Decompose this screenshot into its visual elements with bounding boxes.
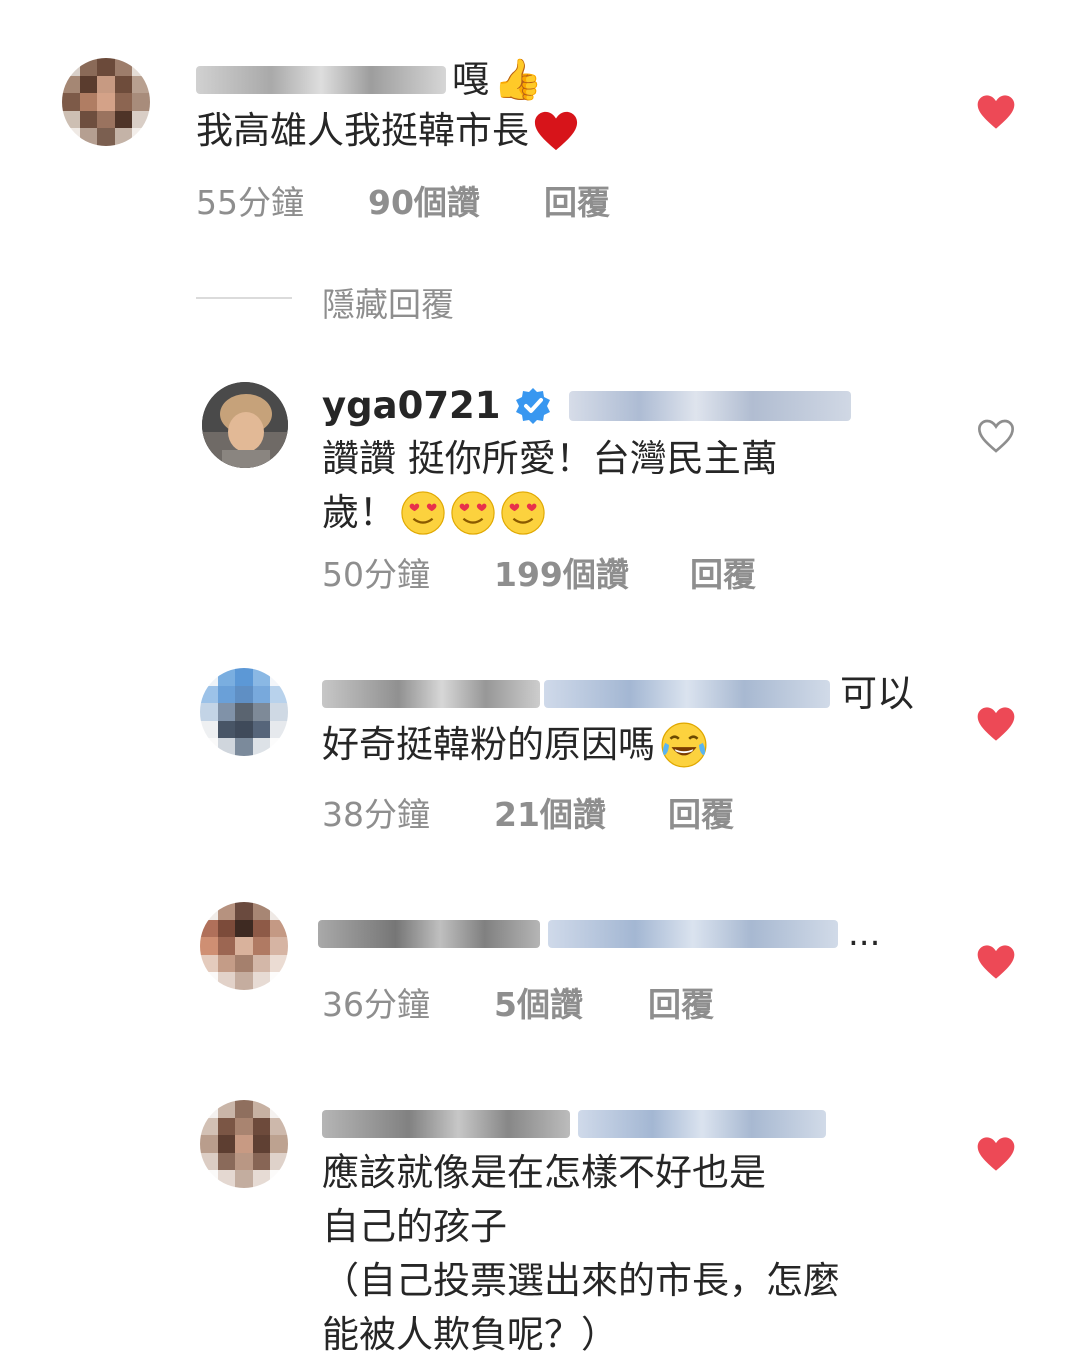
comment-time: 38分鐘 bbox=[322, 795, 430, 834]
truncated-ellipsis[interactable]: ... bbox=[848, 910, 880, 958]
likes-count[interactable]: 5個讚 bbox=[494, 978, 648, 1026]
comment-text: 我高雄人我挺韓市長 bbox=[196, 104, 579, 158]
reply-button[interactable]: 回覆 bbox=[690, 548, 756, 596]
blurred-avatar-image bbox=[62, 58, 150, 146]
likes-count[interactable]: 21個讚 bbox=[494, 788, 668, 836]
blurred-mention[interactable] bbox=[544, 680, 830, 708]
heart-eyes-emoji-icon bbox=[401, 491, 445, 535]
thumbs-up-icon: 👍 bbox=[493, 57, 543, 103]
username[interactable]: yga0721 bbox=[322, 382, 501, 430]
blurred-avatar-image bbox=[200, 902, 288, 990]
avatar[interactable] bbox=[200, 902, 288, 990]
avatar[interactable] bbox=[200, 1100, 288, 1188]
heart-eyes-emoji-icon bbox=[501, 491, 545, 535]
tears-of-joy-emoji-icon bbox=[661, 722, 707, 768]
comment-text: 好奇挺韓粉的原因嗎 bbox=[322, 718, 914, 772]
reply-button[interactable]: 回覆 bbox=[668, 788, 734, 836]
blurred-avatar-image bbox=[200, 668, 288, 756]
avatar[interactable] bbox=[202, 382, 288, 468]
like-heart-icon[interactable] bbox=[976, 92, 1016, 132]
comment-time: 55分鐘 bbox=[196, 183, 304, 222]
like-heart-icon[interactable] bbox=[976, 1134, 1016, 1174]
like-heart-icon[interactable] bbox=[976, 704, 1016, 744]
comment-text-prefix: 嘎 bbox=[452, 58, 489, 101]
blurred-username[interactable] bbox=[196, 66, 446, 94]
blurred-mention[interactable] bbox=[568, 391, 851, 421]
likes-count[interactable]: 90個讚 bbox=[368, 176, 544, 224]
reply-button[interactable]: 回覆 bbox=[648, 978, 714, 1026]
reply-button[interactable]: 回覆 bbox=[544, 176, 610, 224]
comment-text-line-2: 自己的孩子 bbox=[322, 1205, 507, 1248]
comment-text-line-1: 讚讚 挺你所愛！台灣民主萬 bbox=[322, 437, 778, 480]
heart-eyes-emoji-icon bbox=[451, 491, 495, 535]
comment-text-line-1: 應該就像是在怎樣不好也是 bbox=[322, 1151, 766, 1194]
likes-count[interactable]: 199個讚 bbox=[494, 548, 690, 596]
hide-replies-button[interactable]: 隱藏回覆 bbox=[322, 278, 454, 326]
verified-badge-icon bbox=[515, 388, 550, 424]
comment-time: 50分鐘 bbox=[322, 555, 430, 594]
blurred-mention[interactable] bbox=[578, 1110, 826, 1138]
avatar[interactable] bbox=[200, 668, 288, 756]
comment-text-suffix: 可以 bbox=[840, 672, 914, 715]
comment-text-line-2: 歲！ bbox=[322, 486, 851, 540]
comment-time: 36分鐘 bbox=[322, 985, 430, 1024]
blurred-avatar-image bbox=[200, 1100, 288, 1188]
blurred-username[interactable] bbox=[318, 920, 540, 948]
comment-text-line-3: （自己投票選出來的市長，怎麼 bbox=[322, 1259, 840, 1302]
like-heart-outline-icon[interactable] bbox=[976, 416, 1016, 456]
avatar[interactable] bbox=[62, 58, 150, 146]
red-heart-emoji-icon bbox=[534, 111, 578, 151]
blurred-username[interactable] bbox=[322, 1110, 570, 1138]
blurred-username[interactable] bbox=[322, 680, 540, 708]
like-heart-icon[interactable] bbox=[976, 942, 1016, 982]
profile-photo bbox=[202, 382, 288, 468]
blurred-mention[interactable] bbox=[548, 920, 838, 948]
comment-text-line-4: 能被人欺負呢？） bbox=[322, 1313, 618, 1356]
hide-replies-divider bbox=[196, 297, 292, 299]
